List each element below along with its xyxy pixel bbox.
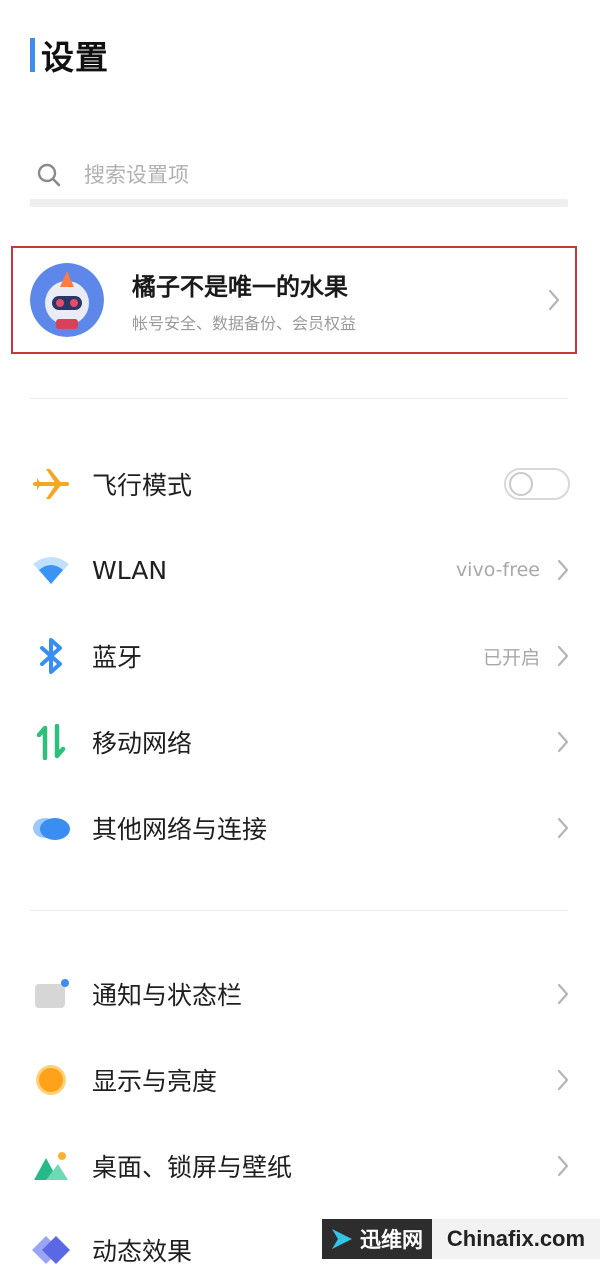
search-underline bbox=[30, 199, 568, 207]
watermark: 迅维网 Chinafix.com bbox=[322, 1219, 600, 1259]
chevron-right-icon bbox=[557, 1155, 569, 1177]
settings-item-bluetooth[interactable]: 蓝牙 已开启 bbox=[30, 626, 570, 686]
arrow-logo-icon bbox=[332, 1229, 352, 1249]
search-bar[interactable] bbox=[30, 155, 568, 195]
settings-item-other-networks[interactable]: 其他网络与连接 bbox=[30, 798, 570, 858]
account-subtitle: 帐号安全、数据备份、会员权益 bbox=[132, 313, 357, 333]
settings-item-label: 桌面、锁屏与壁纸 bbox=[92, 1153, 293, 1182]
watermark-cn-text: 迅维网 bbox=[360, 1228, 423, 1252]
settings-item-mobile-network[interactable]: 移动网络 bbox=[30, 712, 570, 772]
airplane-mode-toggle[interactable] bbox=[504, 468, 570, 500]
brightness-icon bbox=[30, 1059, 72, 1101]
avatar-image bbox=[30, 263, 104, 337]
section-divider bbox=[30, 398, 568, 399]
chevron-right-icon bbox=[557, 731, 569, 753]
settings-item-wlan[interactable]: WLAN vivo-free bbox=[30, 540, 570, 600]
chevron-right-icon bbox=[557, 983, 569, 1005]
settings-item-display-brightness[interactable]: 显示与亮度 bbox=[30, 1050, 570, 1110]
wifi-icon bbox=[30, 549, 72, 591]
settings-item-label: 飞行模式 bbox=[92, 471, 193, 500]
account-card[interactable]: 橘子不是唯一的水果 帐号安全、数据备份、会员权益 bbox=[11, 246, 577, 354]
account-name: 橘子不是唯一的水果 bbox=[132, 272, 348, 301]
settings-item-airplane-mode[interactable]: 飞行模式 bbox=[30, 454, 570, 514]
watermark-en-text: Chinafix.com bbox=[446, 1226, 586, 1251]
notification-icon bbox=[30, 973, 72, 1015]
cloud-icon bbox=[30, 807, 72, 849]
page-title: 设置 bbox=[41, 38, 109, 77]
bluetooth-icon bbox=[30, 635, 72, 677]
section-divider bbox=[30, 910, 568, 911]
wallpaper-icon bbox=[30, 1145, 72, 1187]
mobile-data-icon bbox=[30, 721, 72, 763]
search-input[interactable] bbox=[82, 162, 506, 188]
avatar[interactable] bbox=[30, 263, 104, 337]
chevron-right-icon bbox=[557, 645, 569, 667]
chevron-right-icon bbox=[548, 289, 560, 311]
airplane-icon bbox=[30, 463, 72, 505]
wlan-network-name: vivo-free bbox=[455, 559, 540, 581]
chevron-right-icon bbox=[557, 817, 569, 839]
title-accent-bar bbox=[30, 38, 35, 72]
settings-item-label: WLAN bbox=[92, 555, 168, 585]
page-header: 设置 bbox=[30, 36, 109, 77]
motion-effects-icon bbox=[30, 1229, 72, 1271]
settings-item-notifications[interactable]: 通知与状态栏 bbox=[30, 964, 570, 1024]
watermark-cn-block: 迅维网 bbox=[322, 1219, 432, 1259]
chevron-right-icon bbox=[557, 559, 569, 581]
settings-item-label: 通知与状态栏 bbox=[92, 981, 243, 1010]
settings-item-label: 显示与亮度 bbox=[92, 1067, 218, 1096]
watermark-en-block: Chinafix.com bbox=[432, 1219, 600, 1259]
settings-item-label: 其他网络与连接 bbox=[92, 815, 268, 844]
settings-item-label: 移动网络 bbox=[92, 729, 193, 758]
chevron-right-icon bbox=[557, 1069, 569, 1091]
settings-item-wallpaper[interactable]: 桌面、锁屏与壁纸 bbox=[30, 1136, 570, 1196]
settings-item-label: 蓝牙 bbox=[92, 643, 143, 672]
bluetooth-status: 已开启 bbox=[482, 646, 540, 669]
search-icon bbox=[37, 163, 61, 187]
toggle-knob bbox=[509, 472, 533, 496]
